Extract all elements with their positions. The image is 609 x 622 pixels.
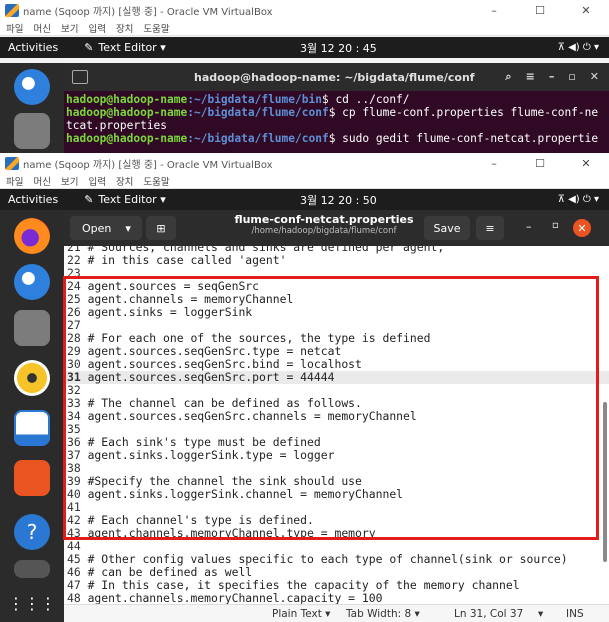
- new-tab-icon[interactable]: [72, 70, 88, 84]
- menu-file[interactable]: 파일: [6, 174, 23, 188]
- menu-machine[interactable]: 머신: [33, 21, 50, 35]
- chevron-down-icon: ▾: [125, 221, 131, 235]
- rhythmbox-icon[interactable]: [14, 360, 50, 396]
- menu-input[interactable]: 입력: [88, 174, 105, 188]
- terminal-window: hadoop@hadoop-name: ~/bigdata/flume/conf…: [64, 63, 609, 153]
- file-name: flume-conf-netcat.properties: [234, 213, 414, 226]
- line-number: 22: [67, 253, 81, 267]
- menu-icon[interactable]: ≡: [526, 70, 535, 84]
- status-bar: Plain Text ▾ Tab Width: 8 ▾ Ln 31, Col 3…: [64, 604, 609, 622]
- terminal-line: hadoop@hadoop-name:~/bigdata/flume/bin$ …: [66, 93, 410, 106]
- text-editor-icon: ✎: [84, 41, 94, 54]
- app-menu[interactable]: ✎ Text Editor ▾: [84, 41, 166, 54]
- hamburger-menu-icon[interactable]: ≡: [476, 216, 504, 240]
- code-line[interactable]: 48 agent.channels.memoryChannel.capacity…: [64, 591, 609, 605]
- virtualbox-icon: [5, 156, 19, 170]
- activities-button[interactable]: Activities: [8, 193, 58, 206]
- files-icon[interactable]: [14, 113, 50, 149]
- terminal-line: hadoop@hadoop-name:~/bigdata/flume/conf$…: [66, 132, 599, 145]
- app-window-icon[interactable]: [14, 560, 50, 578]
- chevron-down-icon[interactable]: ▾: [538, 608, 543, 620]
- editor-headerbar: Open ▾ ⊞ flume-conf-netcat.properties /h…: [64, 210, 609, 246]
- help-icon[interactable]: ?: [14, 514, 50, 550]
- software-icon[interactable]: [14, 460, 50, 496]
- menu-devices[interactable]: 장치: [116, 174, 133, 188]
- terminal-header: hadoop@hadoop-name: ~/bigdata/flume/conf…: [64, 63, 609, 91]
- system-tray[interactable]: ⊼ ◀) ⏻ ▾: [558, 42, 599, 53]
- save-button[interactable]: Save: [424, 216, 470, 240]
- clock[interactable]: 3월 12 20 : 45: [300, 40, 377, 56]
- host-menubar-1: 파일 머신 보기 입력 장치 도움말: [0, 20, 609, 36]
- syntax-dropdown[interactable]: Plain Text ▾: [272, 608, 330, 620]
- menu-help[interactable]: 도움말: [143, 21, 169, 35]
- maximize-button[interactable]: ☐: [517, 157, 563, 170]
- host-titlebar-2: name (Sqoop 까지) [실행 중] - Oracle VM Virtu…: [0, 153, 609, 173]
- cursor-position[interactable]: Ln 31, Col 37: [454, 608, 523, 620]
- firefox-icon[interactable]: [14, 218, 50, 254]
- insert-mode[interactable]: INS: [566, 608, 584, 620]
- ubuntu-topbar-2: Activities ✎ Text Editor ▾ 3월 12 20 : 50…: [0, 189, 609, 210]
- line-number: 46: [67, 565, 81, 579]
- menu-devices[interactable]: 장치: [116, 21, 133, 35]
- maximize-icon[interactable]: ▫: [568, 70, 575, 84]
- line-text: agent.channels.memoryChannel.capacity = …: [80, 591, 383, 605]
- terminal-line: hadoop@hadoop-name:~/bigdata/flume/conf$…: [66, 106, 599, 119]
- virtualbox-icon: [5, 3, 19, 17]
- menu-machine[interactable]: 머신: [33, 174, 50, 188]
- menu-input[interactable]: 입력: [88, 21, 105, 35]
- host-titlebar-1: name (Sqoop 까지) [실행 중] - Oracle VM Virtu…: [0, 0, 609, 20]
- minimize-button[interactable]: –: [471, 4, 517, 17]
- text-editor-icon: ✎: [84, 193, 94, 206]
- line-number: 47: [67, 578, 81, 592]
- terminal-output[interactable]: hadoop@hadoop-name:~/bigdata/flume/bin$ …: [64, 91, 609, 147]
- new-document-icon[interactable]: ⊞: [146, 216, 176, 240]
- dock-top: [0, 63, 64, 153]
- host-title-2: name (Sqoop 까지) [실행 중] - Oracle VM Virtu…: [23, 159, 273, 171]
- terminal-line: tcat.properties: [66, 119, 168, 132]
- tab-width-dropdown[interactable]: Tab Width: 8 ▾: [346, 608, 420, 620]
- thunderbird-icon[interactable]: [14, 69, 50, 105]
- clock[interactable]: 3월 12 20 : 50: [300, 192, 377, 208]
- host-title-1: name (Sqoop 까지) [실행 중] - Oracle VM Virtu…: [23, 6, 273, 18]
- line-text: # In this case, it specifies the capacit…: [80, 578, 520, 592]
- thunderbird-icon[interactable]: [14, 264, 50, 300]
- close-icon[interactable]: ✕: [573, 219, 591, 237]
- maximize-icon[interactable]: ▫: [552, 220, 559, 231]
- terminal-title: hadoop@hadoop-name: ~/bigdata/flume/conf: [194, 70, 475, 84]
- menu-view[interactable]: 보기: [61, 174, 78, 188]
- menu-view[interactable]: 보기: [61, 21, 78, 35]
- close-button[interactable]: ✕: [563, 4, 609, 17]
- highlight-box: [63, 276, 599, 540]
- line-number: 44: [67, 539, 81, 553]
- activities-button[interactable]: Activities: [8, 41, 58, 54]
- dock: ? ⋮⋮⋮: [0, 210, 64, 622]
- line-number: 48: [67, 591, 81, 605]
- apps-grid-icon[interactable]: ⋮⋮⋮: [8, 590, 56, 616]
- open-button[interactable]: Open ▾: [70, 216, 142, 240]
- files-icon[interactable]: [14, 310, 50, 346]
- minimize-button[interactable]: –: [471, 157, 517, 170]
- close-icon[interactable]: ✕: [590, 70, 599, 84]
- minimize-icon[interactable]: –: [549, 70, 555, 84]
- minimize-icon[interactable]: –: [526, 220, 532, 233]
- host-menubar-2: 파일 머신 보기 입력 장치 도움말: [0, 173, 609, 189]
- scrollbar[interactable]: [603, 402, 607, 562]
- file-path: /home/hadoop/bigdata/flume/conf: [251, 226, 397, 236]
- document-title: flume-conf-netcat.properties /home/hadoo…: [214, 213, 434, 236]
- maximize-button[interactable]: ☐: [517, 4, 563, 17]
- code-line[interactable]: 22 # in this case called 'agent': [64, 254, 609, 267]
- writer-icon[interactable]: [14, 410, 50, 446]
- line-text: # in this case called 'agent': [80, 253, 287, 267]
- system-tray[interactable]: ⊼ ◀) ⏻ ▾: [558, 194, 599, 205]
- line-number: 45: [67, 552, 81, 566]
- ubuntu-topbar-1: Activities ✎ Text Editor ▾ 3월 12 20 : 45…: [0, 37, 609, 58]
- search-icon[interactable]: ⌕: [505, 70, 511, 84]
- close-button[interactable]: ✕: [563, 157, 609, 170]
- menu-file[interactable]: 파일: [6, 21, 23, 35]
- menu-help[interactable]: 도움말: [143, 174, 169, 188]
- app-menu[interactable]: ✎ Text Editor ▾: [84, 193, 166, 206]
- line-text: # can be defined as well: [80, 565, 253, 579]
- line-text: # Other config values specific to each t…: [80, 552, 568, 566]
